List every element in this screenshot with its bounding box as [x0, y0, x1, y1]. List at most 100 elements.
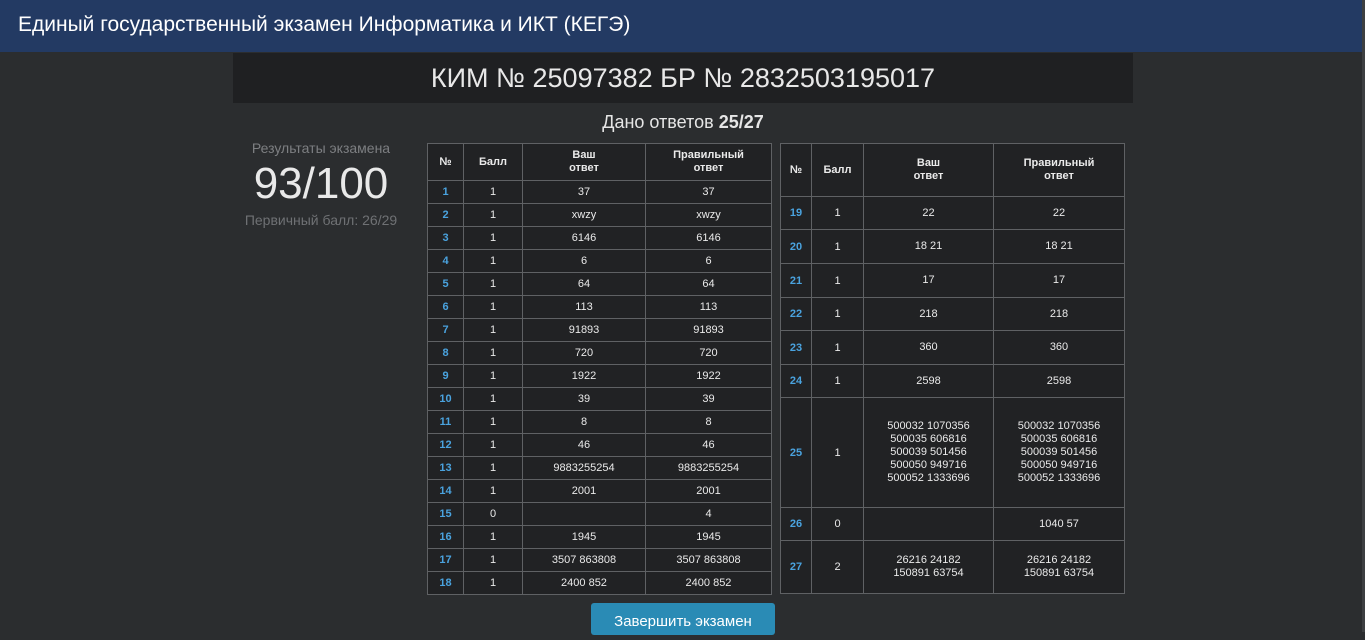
task-points: 1	[811, 297, 864, 331]
table-row: 23 1 360 360	[780, 330, 1125, 365]
task-number: 27	[780, 540, 812, 594]
answer-line: 500052 1333696	[1017, 472, 1101, 484]
your-answer: 46	[522, 433, 646, 457]
task-number: 11	[427, 410, 464, 434]
your-answer	[522, 502, 646, 526]
correct-answer: xwzy	[645, 203, 772, 227]
task-number: 10	[427, 387, 464, 411]
task-points: 1	[463, 548, 523, 572]
table-row: 3 1 6146 6146	[427, 226, 772, 250]
task-points: 1	[463, 341, 523, 365]
correct-answer: 1945	[645, 525, 772, 549]
task-number: 22	[780, 297, 812, 331]
task-points: 1	[811, 263, 864, 298]
primary-score: Первичный балл: 26/29	[244, 212, 398, 228]
your-answer: 39	[522, 387, 646, 411]
table-row: 13 1 9883255254 9883255254	[427, 456, 772, 480]
finish-exam-button[interactable]: Завершить экзамен	[591, 603, 775, 635]
correct-answer: 64	[645, 272, 772, 296]
your-answer: 500032 1070356 500035 606816 500039 501456…	[863, 397, 994, 508]
task-number: 1	[427, 180, 464, 204]
task-points: 0	[463, 502, 523, 526]
correct-answer: 46	[645, 433, 772, 457]
correct-answer: 3507 863808	[645, 548, 772, 572]
correct-answer: 113	[645, 295, 772, 319]
your-answer: 113	[522, 295, 646, 319]
task-points: 1	[463, 226, 523, 250]
answer-line: 500039 501456	[1020, 446, 1098, 458]
results-table-left: № Балл Ваш ответ Правильный ответ 1 1 37 37 2 1…	[427, 143, 772, 595]
answer-line: 360	[919, 341, 938, 353]
table-row: 27 2 26216 24182 150891 63754 26216 24182 150…	[780, 540, 1125, 594]
answer-line: 17	[922, 274, 935, 286]
answer-line: 500035 606816	[1020, 433, 1098, 445]
answer-line: 500035 606816	[890, 433, 967, 445]
task-number: 26	[780, 507, 812, 541]
answer-line: 22	[922, 206, 935, 219]
answer-line: 500032 1070356	[1017, 420, 1101, 432]
correct-answer: 2001	[645, 479, 772, 503]
correct-answer: 17	[993, 263, 1125, 298]
answer-line: 26216 24182	[1026, 554, 1092, 566]
task-number: 8	[427, 341, 464, 365]
your-answer: 218	[863, 297, 994, 331]
top-bar: Единый государственный экзамен Информати…	[0, 0, 1362, 52]
col-header-correct: Правильный ответ	[993, 143, 1125, 197]
your-answer: 6146	[522, 226, 646, 250]
your-answer	[863, 507, 994, 541]
task-points: 1	[463, 295, 523, 319]
task-points: 1	[463, 387, 523, 411]
task-number: 25	[780, 397, 812, 508]
kim-header: КИМ № 25097382 БР № 2832503195017	[233, 53, 1133, 103]
correct-answer: 4	[645, 502, 772, 526]
task-points: 1	[463, 571, 523, 595]
task-number: 19	[780, 196, 812, 230]
results-score: 93/100	[253, 159, 389, 208]
your-answer: 1922	[522, 364, 646, 388]
correct-answer: 218	[993, 297, 1125, 331]
your-answer: 6	[522, 249, 646, 273]
task-points: 1	[463, 433, 523, 457]
table-row: 25 1 500032 1070356 500035 606816 500039 501…	[780, 397, 1125, 508]
table-row: 16 1 1945 1945	[427, 525, 772, 549]
col-header-yours: Ваш ответ	[522, 143, 646, 181]
answer-line: 500039 501456	[890, 446, 967, 458]
task-number: 2	[427, 203, 464, 227]
app-title: Единый государственный экзамен Информати…	[18, 13, 631, 36]
task-points: 1	[463, 525, 523, 549]
correct-answer: 91893	[645, 318, 772, 342]
table-row: 24 1 2598 2598	[780, 364, 1125, 398]
table-row: 10 1 39 39	[427, 387, 772, 411]
task-number: 5	[427, 272, 464, 296]
correct-answer: 360	[993, 330, 1125, 365]
answer-line: 1040 57	[1039, 517, 1079, 530]
task-points: 0	[811, 507, 864, 541]
task-number: 6	[427, 295, 464, 319]
task-points: 1	[463, 180, 523, 204]
your-answer: xwzy	[522, 203, 646, 227]
correct-answer: 39	[645, 387, 772, 411]
task-points: 1	[811, 364, 864, 398]
your-answer: 17	[863, 263, 994, 298]
task-points: 2	[811, 540, 864, 594]
answered-label: Дано ответов	[602, 112, 714, 132]
your-answer: 22	[863, 196, 994, 230]
table-row: 17 1 3507 863808 3507 863808	[427, 548, 772, 572]
answered-value: 25/27	[718, 112, 764, 132]
answer-line: 500052 1333696	[887, 472, 970, 484]
results-label: Результаты экзамена	[251, 140, 391, 156]
task-points: 1	[811, 196, 864, 230]
correct-answer: 1922	[645, 364, 772, 388]
answer-line: 218	[919, 307, 938, 320]
your-answer: 2400 852	[522, 571, 646, 595]
your-answer: 9883255254	[522, 456, 646, 480]
task-points: 1	[463, 364, 523, 388]
your-answer: 1945	[522, 525, 646, 549]
answer-line: 360	[1049, 341, 1069, 353]
task-number: 16	[427, 525, 464, 549]
answer-line: 218	[1049, 307, 1069, 320]
table-row: 21 1 17 17	[780, 263, 1125, 298]
task-number: 12	[427, 433, 464, 457]
task-points: 1	[463, 249, 523, 273]
table-row: 8 1 720 720	[427, 341, 772, 365]
